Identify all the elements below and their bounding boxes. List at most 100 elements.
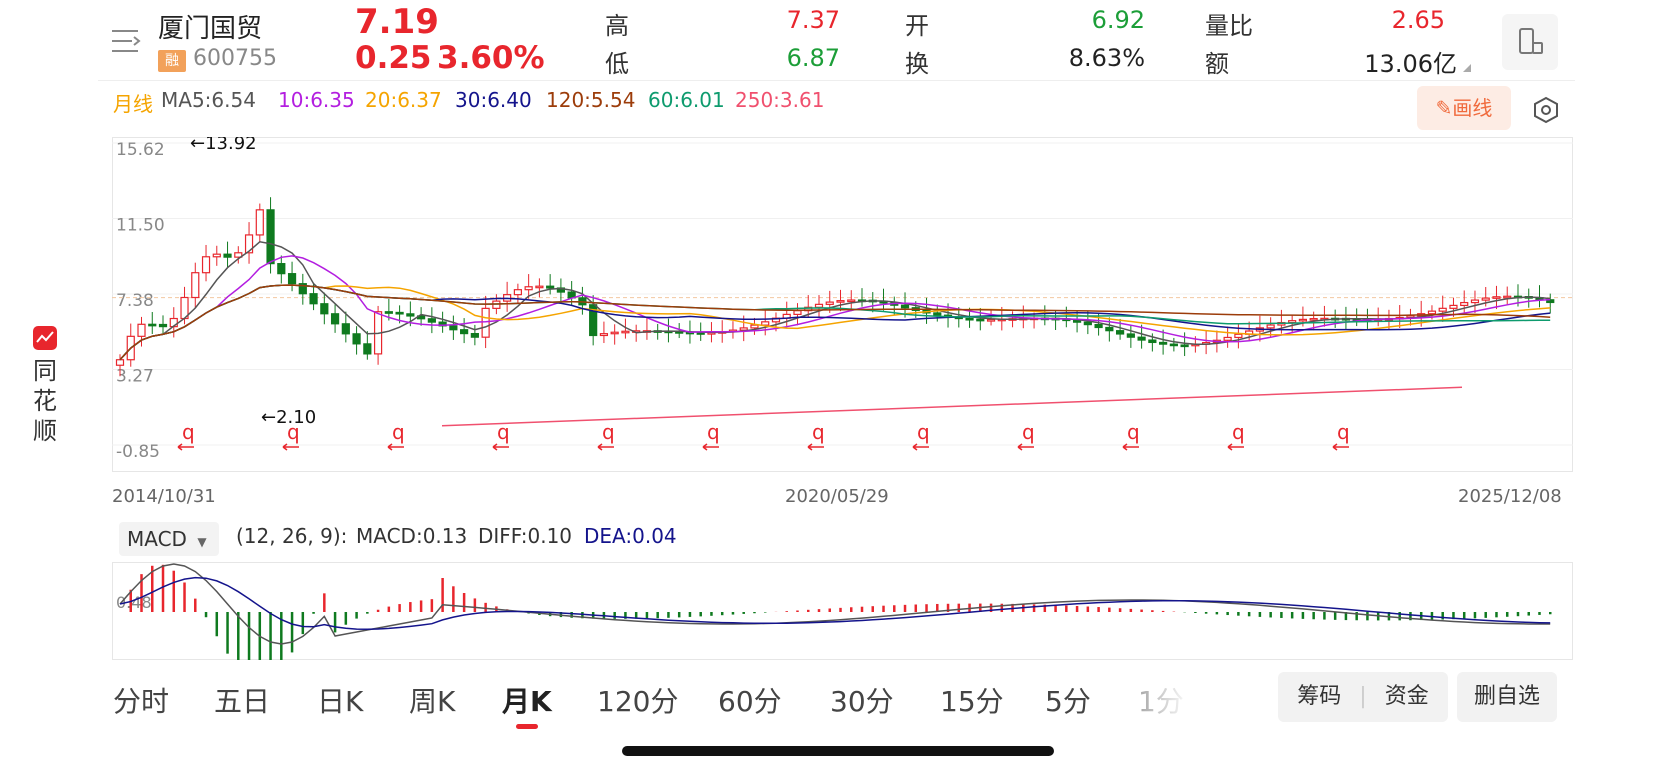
tab-30min[interactable]: 30分 (830, 680, 894, 720)
candle-body (363, 343, 372, 355)
date-end: 2025/12/08 (1458, 486, 1562, 507)
draw-line-button[interactable]: ✎画线 (1417, 86, 1511, 130)
home-indicator (622, 746, 1054, 756)
macd-chart[interactable]: 0.48 (112, 562, 1573, 660)
stat-label-amount: 额 (1205, 50, 1229, 78)
candle-body (1180, 344, 1189, 348)
high-annotation: ←13.92 (190, 137, 257, 154)
candle-body (610, 331, 619, 335)
candle-body (1137, 336, 1146, 341)
candle-body (1148, 339, 1157, 344)
candle-body (255, 209, 264, 236)
candle-body (201, 256, 211, 274)
expand-corner-icon[interactable] (1463, 64, 1471, 72)
tab-120min[interactable]: 120分 (597, 680, 678, 720)
y-tick-label: 15.62 (116, 140, 165, 160)
candle-body (1094, 324, 1103, 329)
candle-body (1266, 324, 1275, 329)
event-marker: q (1022, 420, 1035, 444)
candle-body (1083, 321, 1092, 326)
funds-button[interactable]: 资金 (1367, 672, 1447, 722)
candle-body (1470, 299, 1480, 304)
event-marker: q (1127, 420, 1140, 444)
candle-body (406, 313, 415, 317)
event-marker: q (917, 420, 930, 444)
candle-body (965, 317, 974, 321)
tab-15min[interactable]: 15分 (940, 680, 1004, 720)
phone-rotate-icon (1519, 28, 1543, 54)
candle-body (1503, 295, 1512, 299)
active-tab-indicator (516, 724, 538, 729)
candle-body (1223, 336, 1232, 341)
dea-value: DEA:0.04 (584, 524, 677, 548)
candle-body (1309, 318, 1318, 321)
candle-body (320, 303, 329, 315)
indicator-select[interactable]: MACD ▼ (119, 522, 219, 556)
date-mid: 2020/05/29 (785, 486, 889, 507)
y-tick-label: 7.38 (116, 291, 154, 311)
diff-value: DIFF:0.10 (478, 524, 573, 548)
stat-label-low: 低 (605, 50, 629, 78)
candle-body (599, 333, 609, 337)
candle-body (1169, 343, 1178, 347)
candle-body (535, 285, 544, 289)
ma250-line (441, 386, 1463, 427)
ma60-value: 60:6.01 (648, 88, 725, 112)
candle-body (277, 263, 286, 275)
stat-value-volume-ratio: 2.65 (1391, 6, 1445, 34)
macd-params: (12, 26, 9): (236, 524, 348, 548)
candle-body (481, 307, 490, 338)
candle-body (739, 327, 748, 331)
candle-body (212, 253, 221, 258)
candle-body (814, 303, 824, 308)
tab-60min[interactable]: 60分 (718, 680, 782, 720)
stock-name: 厦门国贸 (158, 14, 263, 44)
tab-timeshare[interactable]: 分时 (113, 680, 169, 720)
delete-favorite-button[interactable]: 删自选 (1457, 672, 1557, 722)
candle-body (1427, 310, 1437, 315)
event-marker: q (1232, 420, 1245, 444)
date-start: 2014/10/31 (112, 486, 216, 507)
tab-5min[interactable]: 5分 (1045, 680, 1091, 720)
margin-badge: 融 (158, 50, 186, 72)
candle-body (1288, 320, 1297, 324)
landscape-toggle-button[interactable] (1502, 14, 1558, 70)
candle-body (352, 333, 361, 345)
candle-body (330, 313, 340, 325)
stat-label-turnover: 换 (905, 50, 929, 78)
kline-chart[interactable]: 15.6211.507.383.27-0.85←13.92←2.10q q q q q q… (112, 137, 1573, 485)
candle-body (825, 301, 834, 305)
chevron-down-icon: ▼ (197, 535, 207, 549)
y-tick-label: -0.85 (116, 442, 160, 462)
tab-daily-k[interactable]: 日K (317, 680, 363, 720)
tab-monthly-k[interactable]: 月K (502, 680, 552, 720)
candle-body (793, 310, 802, 315)
ma120-value: 120:5.54 (546, 88, 636, 112)
stat-value-amount: 13.06亿 (1364, 50, 1457, 78)
chips-button[interactable]: 筹码 (1279, 672, 1359, 722)
stat-label-open: 开 (905, 12, 929, 40)
candle-body (847, 299, 856, 303)
stat-value-turnover: 8.63% (1068, 44, 1145, 72)
y-tick-label: 3.27 (116, 367, 154, 387)
candle-body (470, 332, 479, 338)
ma10-value: 10:6.35 (278, 88, 355, 112)
candle-body (696, 332, 705, 335)
candle-body (761, 321, 770, 326)
tab-five-day[interactable]: 五日 (214, 680, 270, 720)
candle-body (266, 209, 275, 265)
candle-body (158, 323, 168, 328)
event-marker: q (602, 420, 615, 444)
menu-icon[interactable] (112, 28, 142, 54)
candle-body (427, 318, 436, 323)
macd-frame (112, 562, 1573, 660)
settings-hexagon-icon[interactable] (1532, 96, 1560, 124)
tab-weekly-k[interactable]: 周K (409, 680, 455, 720)
candle-body (460, 329, 469, 335)
event-marker: q (392, 420, 405, 444)
stat-label-high: 高 (605, 12, 629, 40)
candle-body (341, 323, 350, 335)
stat-label-volume-ratio: 量比 (1205, 12, 1253, 40)
candle-body (976, 318, 985, 322)
draw-line-label: 画线 (1452, 96, 1493, 120)
